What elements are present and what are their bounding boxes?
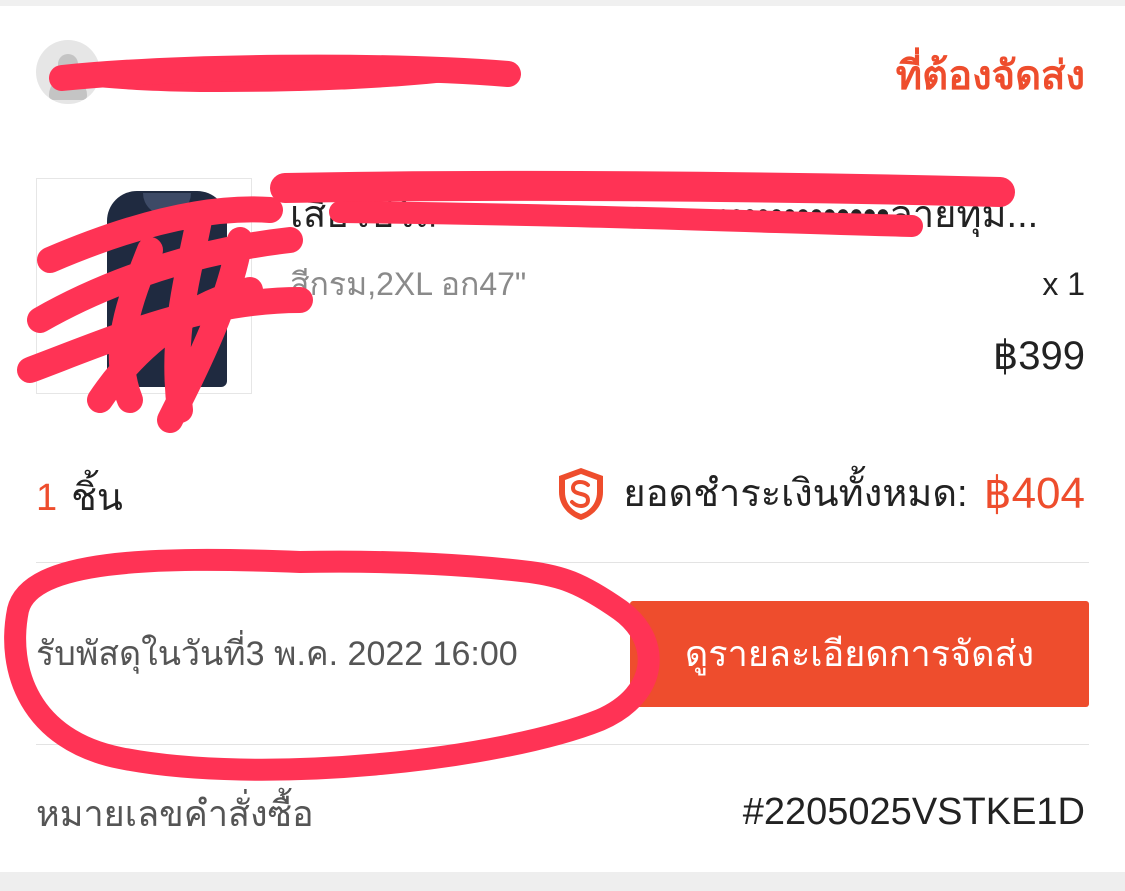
shop-name[interactable]: •••••••••••2018 (118, 50, 337, 94)
order-card[interactable]: •••••••••••2018 ที่ต้องจัดส่ง เสื้อโปโล•… (0, 0, 1125, 891)
total-value: ฿404 (983, 469, 1085, 518)
shield-icon (559, 468, 604, 520)
avatar-body-shape (49, 76, 87, 100)
divider (36, 744, 1089, 745)
shirt-image-shape (107, 191, 227, 387)
order-total: ยอดชำระเงินทั้งหมด: ฿404 (555, 466, 1085, 522)
order-number-label: หมายเลขคำสั่งซื้อ (36, 793, 314, 834)
order-number-value[interactable]: #2205025VSTKE1D (743, 788, 1085, 836)
marker-annotations (4, 54, 1015, 781)
item-count-unit: ชิ้น (71, 477, 123, 519)
avatar-head-shape (58, 54, 78, 74)
top-separator (0, 0, 1125, 6)
product-thumbnail[interactable] (36, 178, 252, 394)
shop-avatar-icon[interactable] (36, 40, 100, 104)
item-count-number: 1 (36, 477, 58, 519)
product-title[interactable]: เสื้อโปโล•••••••••••••••••••••••••••••••… (290, 190, 1085, 240)
order-status: ที่ต้องจัดส่ง (895, 54, 1085, 98)
product-variant: สีกรม,2XL อก47" (290, 266, 527, 302)
item-count: 1 ชิ้น (36, 472, 123, 524)
product-price: ฿399 (992, 334, 1085, 378)
bottom-separator (0, 872, 1125, 891)
divider (36, 562, 1089, 563)
view-shipping-details-button[interactable]: ดูรายละเอียดการจัดส่ง (630, 601, 1089, 707)
pickup-date-text: รับพัสดุในวันที่3 พ.ค. 2022 16:00 (36, 635, 518, 673)
total-label: ยอดชำระเงินทั้งหมด: (623, 473, 968, 515)
product-quantity: x 1 (1042, 266, 1085, 302)
